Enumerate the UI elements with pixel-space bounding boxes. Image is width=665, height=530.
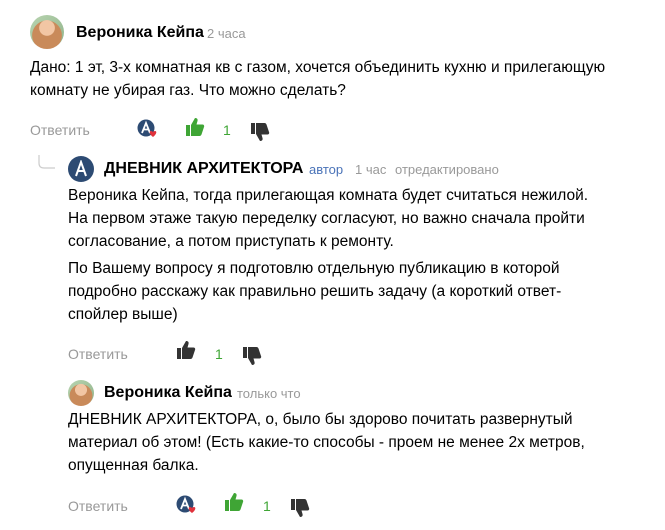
like-icon[interactable]: [224, 492, 244, 517]
comment-text: По Вашему вопросу я подготовлю отдельную…: [68, 257, 561, 326]
comment-line: согласование, а потом приступать к ремон…: [68, 233, 394, 250]
avatar[interactable]: [68, 380, 94, 406]
comment-author[interactable]: Вероника Кейпа: [104, 384, 232, 402]
comment-line: подробно расскажу как правильно решить з…: [68, 283, 562, 300]
comment-author[interactable]: Вероника Кейпа: [76, 24, 204, 42]
comment-line: материал об этом! (Есть какие-то способы…: [68, 434, 585, 451]
comment-line: На первом этаже такую переделку согласую…: [68, 210, 585, 227]
author-liked-icon: [176, 495, 198, 520]
like-count: 1: [263, 498, 271, 514]
comment-time: только что: [237, 386, 301, 401]
architect-logo-icon[interactable]: [68, 156, 94, 182]
comment-line: Дано: 1 эт, 3-х комнатная кв с газом, хо…: [30, 59, 606, 76]
author-badge: автор: [309, 162, 344, 177]
comment-time: 1 час: [355, 162, 387, 177]
thread-line: [38, 155, 56, 176]
dislike-icon[interactable]: [290, 498, 310, 523]
dislike-icon[interactable]: [250, 122, 270, 147]
comment-author[interactable]: ДНЕВНИК АРХИТЕКТОРА: [104, 160, 303, 178]
like-icon[interactable]: [185, 117, 205, 142]
like-count: 1: [215, 346, 223, 362]
comment-line: комнату не убирая газ. Что можно сделать…: [30, 82, 346, 99]
reply-button[interactable]: Ответить: [68, 346, 128, 362]
like-count: 1: [223, 122, 231, 138]
avatar[interactable]: [30, 15, 64, 49]
author-liked-icon: [137, 119, 159, 144]
comment-text: Дано: 1 эт, 3-х комнатная кв с газом, хо…: [30, 56, 605, 102]
comment-line: Вероника Кейпа, тогда прилегающая комнат…: [68, 187, 589, 204]
comment-line: ДНЕВНИК АРХИТЕКТОРА, о, было бы здорово …: [68, 411, 573, 428]
like-icon[interactable]: [176, 340, 196, 365]
dislike-icon[interactable]: [242, 346, 262, 371]
comment-time: 2 часа: [207, 26, 246, 41]
edited-label: отредактировано: [395, 162, 499, 177]
reply-button[interactable]: Ответить: [30, 122, 90, 138]
comment-line: опущенная балка.: [68, 457, 199, 474]
comment-text: ДНЕВНИК АРХИТЕКТОРА, о, было бы здорово …: [68, 408, 585, 477]
comment-text: Вероника Кейпа, тогда прилегающая комнат…: [68, 184, 588, 253]
comment-line: По Вашему вопросу я подготовлю отдельную…: [68, 260, 560, 277]
reply-button[interactable]: Ответить: [68, 498, 128, 514]
comment-line: спойлер выше): [68, 306, 178, 323]
